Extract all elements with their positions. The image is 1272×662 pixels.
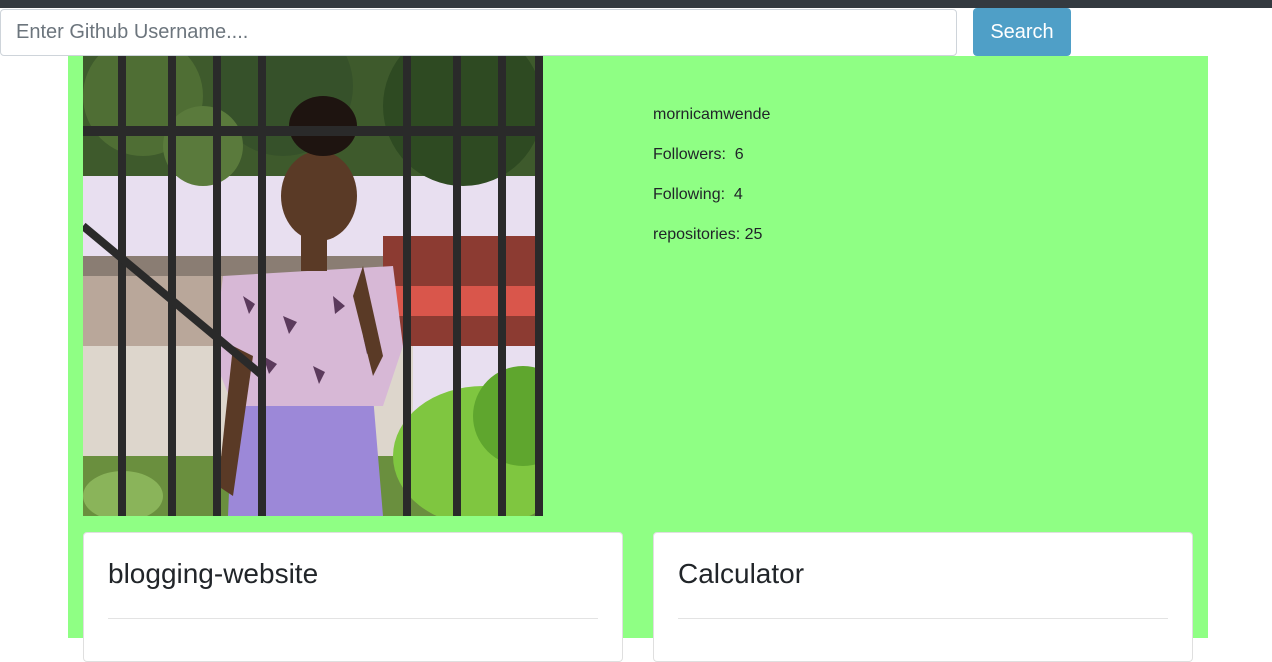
repo-card[interactable]: Calculator (653, 532, 1193, 662)
repo-card-title: blogging-website (108, 558, 319, 589)
top-nav-bar (0, 0, 1272, 8)
profile-username: mornicamwende (653, 106, 771, 123)
following-label: Following: (653, 186, 726, 203)
following-count: 4 (733, 186, 743, 203)
profile-info: mornicamwende Followers: 6 Following: 4 … (653, 106, 770, 266)
repo-card-title: Calculator (678, 558, 805, 589)
followers-count: 6 (734, 146, 744, 163)
repo-card[interactable]: blogging-website (83, 532, 623, 662)
following-stat: Following: 4 (653, 186, 770, 204)
avatar-photo (83, 56, 543, 516)
search-button[interactable]: Search (973, 8, 1071, 56)
followers-stat: Followers: 6 (653, 146, 770, 164)
followers-label: Followers: (653, 146, 726, 163)
repositories-count: 25 (744, 226, 763, 243)
repo-card-divider (678, 618, 1168, 619)
repositories-label: repositories: (653, 226, 741, 243)
profile-panel: mornicamwende Followers: 6 Following: 4 … (68, 56, 1208, 662)
repo-card-divider (108, 618, 598, 619)
github-username-search-input[interactable] (0, 9, 957, 56)
repositories-stat: repositories: 25 (653, 226, 770, 244)
avatar (83, 56, 543, 516)
